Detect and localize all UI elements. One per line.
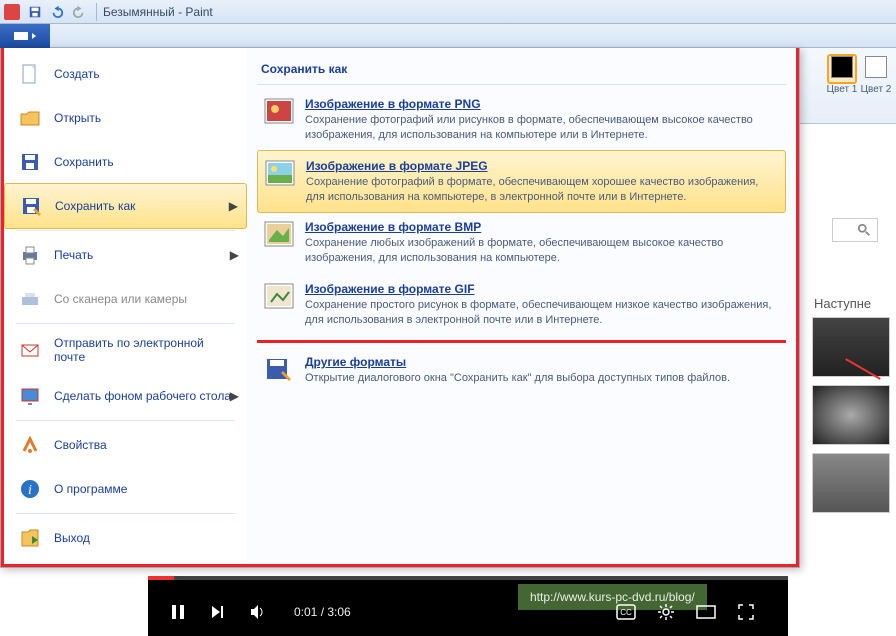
menu-item-label: Отправить по электронной почте	[54, 336, 233, 364]
menu-item-wallpaper[interactable]: Сделать фоном рабочего стола ▶	[4, 374, 247, 418]
exit-icon	[18, 526, 42, 550]
info-icon: i	[18, 477, 42, 501]
chevron-right-icon: ▶	[230, 248, 239, 262]
file-menu: Создать Открыть Сохранить Сохранить как …	[0, 48, 800, 568]
saveas-jpeg[interactable]: Изображение в формате JPEG Сохранение фо…	[257, 150, 786, 214]
qat-save-button[interactable]	[25, 2, 45, 22]
sub-item-title: Изображение в формате GIF	[305, 282, 780, 296]
file-tab[interactable]	[0, 24, 50, 48]
new-icon	[18, 62, 42, 86]
volume-button[interactable]	[244, 598, 272, 626]
ribbon-tab-bar	[0, 24, 896, 48]
menu-item-email[interactable]: Отправить по электронной почте	[4, 326, 247, 374]
menu-item-label: Сохранить	[54, 155, 114, 169]
other-formats-icon	[263, 355, 295, 383]
chevron-right-icon: ▶	[229, 199, 238, 213]
color-2-label: Цвет 2	[861, 84, 892, 95]
fullscreen-button[interactable]	[732, 598, 760, 626]
saveas-gif[interactable]: Изображение в формате GIF Сохранение про…	[257, 274, 786, 336]
menu-item-label: Открыть	[54, 111, 101, 125]
jpeg-icon	[264, 159, 296, 187]
menu-item-label: Печать	[54, 248, 93, 262]
thumbnail-1[interactable]	[812, 317, 890, 377]
saveas-png[interactable]: Изображение в формате PNG Сохранение фот…	[257, 89, 786, 151]
color-1-label: Цвет 1	[827, 84, 858, 95]
menu-item-save-as[interactable]: Сохранить как ▶	[4, 183, 247, 229]
video-total: 3:06	[327, 605, 350, 619]
menu-item-label: Сохранить как	[55, 199, 135, 213]
menu-item-label: Создать	[54, 67, 100, 81]
right-sidebar: Наступне	[812, 180, 892, 521]
sub-item-desc: Сохранение простого рисунок в формате, о…	[305, 298, 780, 328]
video-elapsed: 0:01	[294, 605, 317, 619]
menu-item-scanner: Со сканера или камеры	[4, 277, 247, 321]
menu-item-label: О программе	[54, 482, 127, 496]
pause-button[interactable]	[164, 598, 192, 626]
properties-icon	[18, 433, 42, 457]
saveas-bmp[interactable]: Изображение в формате BMP Сохранение люб…	[257, 212, 786, 274]
thumbnail-3[interactable]	[812, 453, 890, 513]
open-icon	[18, 106, 42, 130]
app-icon	[4, 4, 20, 20]
color-2-button[interactable]: Цвет 2	[860, 54, 892, 118]
menu-item-save[interactable]: Сохранить	[4, 140, 247, 184]
file-menu-right: Сохранить как Изображение в формате PNG …	[247, 48, 799, 567]
menu-item-about[interactable]: i О программе	[4, 467, 247, 511]
video-time: 0:01 / 3:06	[294, 605, 351, 619]
captions-button[interactable]: CC	[612, 598, 640, 626]
save-as-icon	[19, 194, 43, 218]
menu-item-new[interactable]: Создать	[4, 52, 247, 96]
sub-item-title: Изображение в формате BMP	[305, 220, 780, 234]
menu-item-label: Со сканера или камеры	[54, 292, 187, 306]
settings-button[interactable]	[652, 598, 680, 626]
menu-item-properties[interactable]: Свойства	[4, 423, 247, 467]
color-1-button[interactable]: Цвет 1	[826, 54, 858, 118]
png-icon	[263, 97, 295, 125]
titlebar: Безымянный - Paint	[0, 0, 896, 24]
svg-text:CC: CC	[620, 608, 632, 617]
saveas-other[interactable]: Другие форматы Открытие диалогового окна…	[257, 347, 786, 394]
menu-item-label: Сделать фоном рабочего стола	[54, 389, 231, 403]
window-title: Безымянный - Paint	[103, 5, 213, 19]
save-icon	[18, 150, 42, 174]
email-icon	[18, 338, 42, 362]
sidebar-title: Наступне	[812, 290, 892, 317]
sub-item-desc: Сохранение фотографий или рисунков в фор…	[305, 113, 780, 143]
video-progress[interactable]	[148, 576, 788, 580]
menu-item-label: Выход	[54, 531, 90, 545]
theater-button[interactable]	[692, 598, 720, 626]
menu-item-print[interactable]: Печать ▶	[4, 233, 247, 277]
menu-item-label: Свойства	[54, 438, 107, 452]
qat-redo-button[interactable]	[69, 2, 89, 22]
scanner-icon	[18, 287, 42, 311]
print-icon	[18, 243, 42, 267]
sub-item-title: Изображение в формате PNG	[305, 97, 780, 111]
menu-item-exit[interactable]: Выход	[4, 516, 247, 560]
file-menu-left: Создать Открыть Сохранить Сохранить как …	[1, 48, 247, 567]
sub-item-desc: Сохранение фотографий в формате, обеспеч…	[306, 175, 779, 205]
thumbnail-2[interactable]	[812, 385, 890, 445]
submenu-title: Сохранить как	[257, 56, 786, 85]
sub-item-title: Другие форматы	[305, 355, 780, 369]
svg-text:i: i	[28, 483, 32, 498]
chevron-right-icon: ▶	[230, 389, 239, 403]
next-button[interactable]	[204, 598, 232, 626]
menu-item-open[interactable]: Открыть	[4, 96, 247, 140]
gif-icon	[263, 282, 295, 310]
sub-item-title: Изображение в формате JPEG	[306, 159, 779, 173]
qat-undo-button[interactable]	[47, 2, 67, 22]
bmp-icon	[263, 220, 295, 248]
wallpaper-icon	[18, 384, 42, 408]
video-player: http://www.kurs-pc-dvd.ru/blog/ 0:01 / 3…	[148, 576, 788, 636]
sub-item-desc: Сохранение любых изображений в формате, …	[305, 236, 780, 266]
sub-item-desc: Открытие диалогового окна "Сохранить как…	[305, 371, 780, 386]
